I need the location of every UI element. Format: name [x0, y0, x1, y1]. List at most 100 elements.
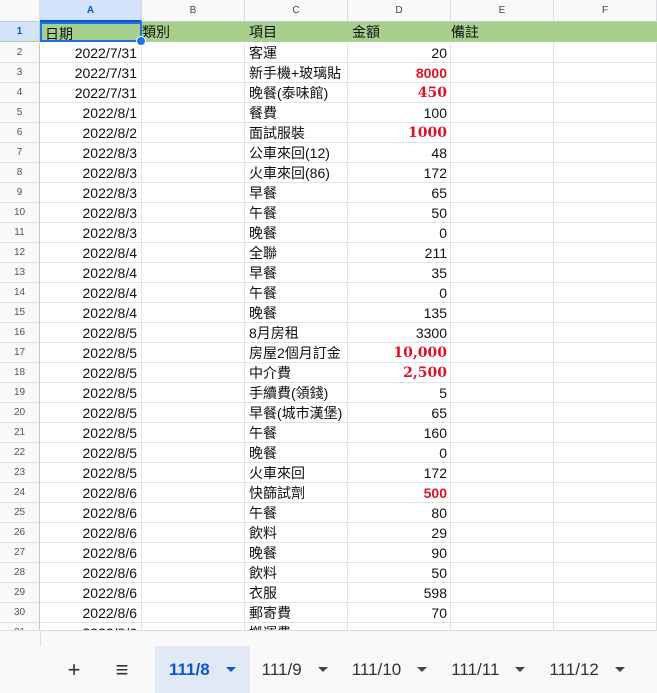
cell-category[interactable] — [142, 283, 245, 303]
cell-category[interactable] — [142, 83, 245, 103]
row-number[interactable]: 25 — [0, 503, 40, 523]
cell-F[interactable] — [554, 83, 657, 103]
cell-amount[interactable]: 500 — [348, 483, 451, 503]
cell-item[interactable]: 午餐 — [245, 203, 348, 223]
cell-amount[interactable]: 0 — [348, 283, 451, 303]
chevron-down-icon[interactable] — [515, 667, 526, 672]
cell-category[interactable] — [142, 463, 245, 483]
cell-date[interactable]: 2022/8/6 — [40, 503, 142, 523]
cell-note[interactable] — [451, 103, 554, 123]
row-number[interactable]: 24 — [0, 483, 40, 503]
cell-F[interactable] — [554, 423, 657, 443]
cell-amount[interactable]: 5 — [348, 383, 451, 403]
cell-date[interactable]: 2022/8/5 — [40, 463, 142, 483]
cell-note[interactable] — [451, 283, 554, 303]
cell-date[interactable]: 2022/8/6 — [40, 603, 142, 623]
cell-amount[interactable] — [348, 623, 451, 630]
cell-note[interactable] — [451, 523, 554, 543]
column-header-E[interactable]: E — [451, 0, 554, 22]
cell-F[interactable] — [554, 443, 657, 463]
row-number[interactable]: 6 — [0, 123, 40, 143]
cell-note[interactable] — [451, 263, 554, 283]
cell-F[interactable] — [554, 463, 657, 483]
cell-note[interactable] — [451, 583, 554, 603]
cell-F[interactable] — [554, 203, 657, 223]
row-number[interactable]: 19 — [0, 383, 40, 403]
row-number[interactable]: 16 — [0, 323, 40, 343]
cell-F[interactable] — [554, 303, 657, 323]
cell-item[interactable]: 中介費 — [245, 363, 348, 383]
cell-note[interactable] — [451, 83, 554, 103]
add-sheet-button[interactable]: + — [55, 657, 93, 683]
cell-note[interactable] — [451, 563, 554, 583]
cell-category[interactable] — [142, 583, 245, 603]
cell-date[interactable]: 2022/8/4 — [40, 263, 142, 283]
cell-date[interactable]: 2022/8/5 — [40, 323, 142, 343]
cell-date[interactable]: 2022/8/3 — [40, 223, 142, 243]
cell-category[interactable] — [142, 103, 245, 123]
cell-note[interactable] — [451, 223, 554, 243]
cell-category[interactable] — [142, 303, 245, 323]
cell-F[interactable] — [554, 243, 657, 263]
cell-amount[interactable]: 65 — [348, 183, 451, 203]
row-number[interactable]: 23 — [0, 463, 40, 483]
cell-F[interactable] — [554, 543, 657, 563]
row-number[interactable]: 3 — [0, 63, 40, 83]
cell-amount[interactable]: 65 — [348, 403, 451, 423]
cell-F[interactable] — [554, 143, 657, 163]
cell-F[interactable] — [554, 523, 657, 543]
cell-item[interactable]: 午餐 — [245, 503, 348, 523]
cell-amount[interactable]: 29 — [348, 523, 451, 543]
cell-category[interactable] — [142, 523, 245, 543]
cell-category[interactable] — [142, 423, 245, 443]
cell-category[interactable] — [142, 223, 245, 243]
cell-item[interactable]: 全聯 — [245, 243, 348, 263]
cell-amount[interactable]: 3300 — [348, 323, 451, 343]
row-number[interactable]: 27 — [0, 543, 40, 563]
cell-F[interactable] — [554, 383, 657, 403]
cell-item[interactable]: 飲料 — [245, 523, 348, 543]
cell-category[interactable] — [142, 443, 245, 463]
cell-category[interactable] — [142, 203, 245, 223]
header-amount[interactable]: 金額 — [348, 22, 451, 42]
cell-note[interactable] — [451, 623, 554, 630]
cell-note[interactable] — [451, 543, 554, 563]
cell-note[interactable] — [451, 163, 554, 183]
cell-item[interactable]: 手續費(領錢) — [245, 383, 348, 403]
cell-category[interactable] — [142, 43, 245, 63]
cell-F[interactable] — [554, 283, 657, 303]
row-number[interactable]: 8 — [0, 163, 40, 183]
cell-amount[interactable]: 50 — [348, 563, 451, 583]
all-sheets-menu-icon[interactable]: ≡ — [103, 657, 141, 683]
cell-F[interactable] — [554, 183, 657, 203]
cell-category[interactable] — [142, 623, 245, 630]
cell-item[interactable]: 面試服裝 — [245, 123, 348, 143]
cell-amount[interactable]: 0 — [348, 443, 451, 463]
column-header-C[interactable]: C — [245, 0, 348, 22]
chevron-down-icon[interactable] — [417, 667, 428, 672]
cell-category[interactable] — [142, 163, 245, 183]
cell-note[interactable] — [451, 443, 554, 463]
cell-date[interactable]: 2022/8/6 — [40, 563, 142, 583]
cell-F[interactable] — [554, 363, 657, 383]
cell-F[interactable] — [554, 623, 657, 630]
row-number[interactable]: 9 — [0, 183, 40, 203]
cell-note[interactable] — [451, 183, 554, 203]
cell-date[interactable]: 2022/8/2 — [40, 123, 142, 143]
row-number[interactable]: 13 — [0, 263, 40, 283]
sheet-tab[interactable]: 111/8 — [155, 646, 250, 693]
cell-item[interactable]: 餐費 — [245, 103, 348, 123]
cell-category[interactable] — [142, 563, 245, 583]
chevron-down-icon[interactable] — [614, 667, 625, 672]
row-number[interactable]: 29 — [0, 583, 40, 603]
cell-note[interactable] — [451, 463, 554, 483]
cell-note[interactable] — [451, 63, 554, 83]
cell-item[interactable]: 早餐(城市漢堡) — [245, 403, 348, 423]
spreadsheet-grid[interactable]: A B C D E F 1 日期 類別 項目 金額 備註 2 2022/7/31… — [0, 0, 657, 630]
cell-item[interactable]: 晚餐 — [245, 303, 348, 323]
cell-item[interactable]: 公車來回(12) — [245, 143, 348, 163]
cell-item[interactable]: 晚餐(泰味館) — [245, 83, 348, 103]
cell-category[interactable] — [142, 363, 245, 383]
cell-F[interactable] — [554, 603, 657, 623]
cell-note[interactable] — [451, 503, 554, 523]
